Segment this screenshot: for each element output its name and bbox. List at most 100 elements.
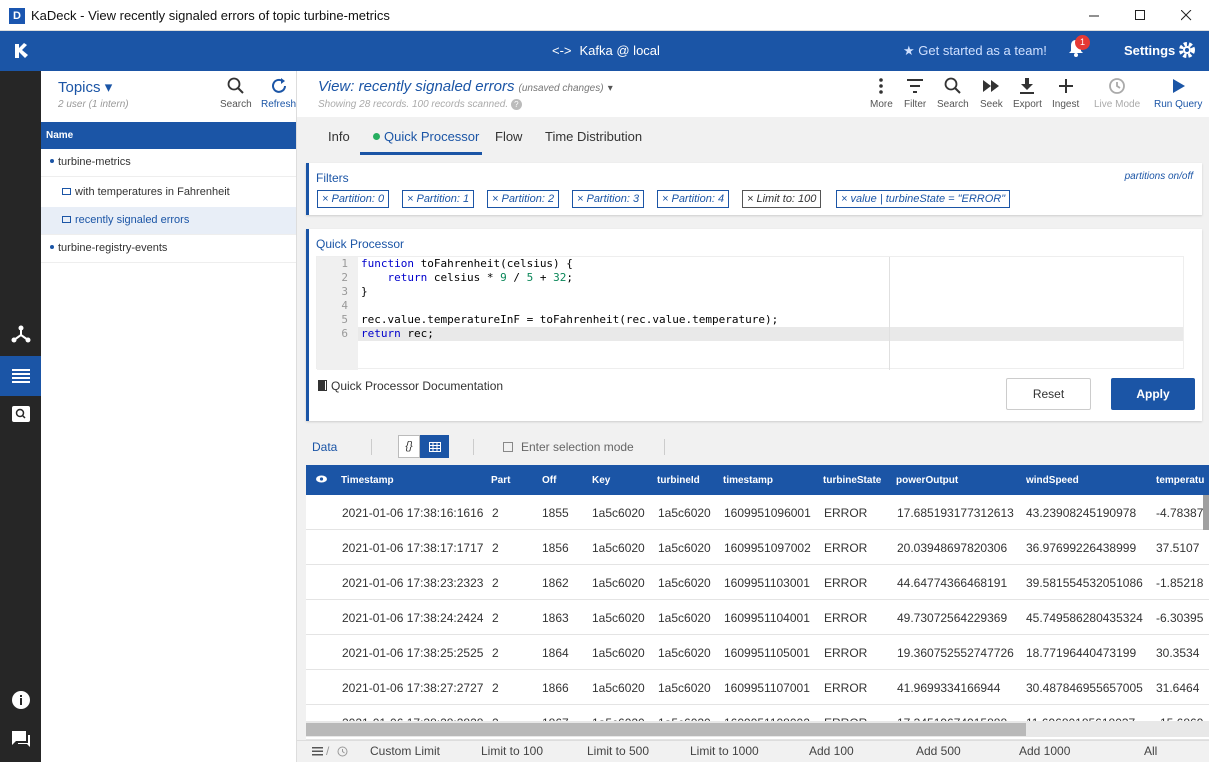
- ingest-button[interactable]: Ingest: [1052, 77, 1079, 110]
- search-nav-icon[interactable]: [0, 394, 41, 434]
- cell-turbine-id: 1a5c6020: [658, 541, 711, 555]
- cell-key: 1a5c6020: [592, 611, 645, 625]
- search-button[interactable]: Search: [937, 77, 969, 110]
- view-item-fahrenheit[interactable]: with temperatures in Fahrenheit: [41, 179, 296, 207]
- live-mode-button[interactable]: Live Mode: [1094, 77, 1140, 110]
- settings-label[interactable]: Settings: [1124, 43, 1175, 58]
- tab-time-distribution[interactable]: Time Distribution: [545, 129, 642, 144]
- view-title[interactable]: View: recently signaled errors (unsaved c…: [318, 78, 613, 95]
- sidebar-search-button[interactable]: Search: [220, 77, 252, 110]
- selection-mode-checkbox[interactable]: [503, 442, 513, 452]
- cell-wind-speed: 43.23908245190978: [1026, 506, 1137, 520]
- topics-dropdown[interactable]: Topics ▾: [58, 78, 112, 96]
- column-header-turbine-id[interactable]: turbineId: [657, 475, 700, 486]
- filter-chip-partition-3[interactable]: × Partition: 3: [572, 190, 645, 208]
- apply-button[interactable]: Apply: [1111, 378, 1195, 410]
- column-header-key[interactable]: Key: [592, 475, 610, 486]
- json-view-toggle[interactable]: {}: [398, 435, 420, 458]
- seek-button[interactable]: Seek: [980, 77, 1003, 110]
- cell-value-timestamp: 1609951103001: [724, 576, 810, 590]
- horizontal-scrollbar-thumb[interactable]: [306, 723, 1026, 736]
- limit-100-button[interactable]: Limit to 100: [481, 744, 543, 758]
- info-icon[interactable]: [0, 680, 41, 720]
- vertical-scrollbar-thumb[interactable]: [1203, 495, 1209, 530]
- table-row[interactable]: 2021-01-06 17:38:25:2525 2 1864 1a5c6020 1a5…: [306, 635, 1209, 670]
- export-button[interactable]: Export: [1013, 77, 1042, 110]
- more-button[interactable]: More: [870, 77, 893, 110]
- column-header-value-timestamp[interactable]: timestamp: [723, 475, 773, 486]
- get-started-link[interactable]: ★ Get started as a team!: [903, 43, 1047, 59]
- topics-name-column-header[interactable]: Name: [41, 122, 296, 149]
- filter-chip-partition-4[interactable]: × Partition: 4: [657, 190, 730, 208]
- run-query-button[interactable]: Run Query: [1154, 77, 1202, 110]
- filter-chip-partition-1[interactable]: × Partition: 1: [402, 190, 475, 208]
- table-view-toggle[interactable]: [420, 435, 449, 458]
- topic-item-turbine-metrics[interactable]: turbine-metrics: [41, 149, 296, 177]
- close-button[interactable]: [1163, 0, 1209, 31]
- cell-timestamp: 2021-01-06 17:38:25:2525: [342, 646, 484, 660]
- cell-part: 2: [492, 576, 499, 590]
- cell-value-timestamp: 1609951105001: [724, 646, 810, 660]
- table-row[interactable]: 2021-01-06 17:38:23:2323 2 1862 1a5c6020 1a5…: [306, 565, 1209, 600]
- tab-flow[interactable]: Flow: [495, 129, 522, 144]
- topic-dot-icon: [50, 245, 54, 249]
- connection-indicator[interactable]: <-> Kafka @ local: [552, 43, 660, 58]
- left-navigation-rail: [0, 71, 41, 762]
- add-100-button[interactable]: Add 100: [809, 744, 854, 758]
- column-header-temperature[interactable]: temperatu: [1156, 475, 1204, 486]
- cell-offset: 1862: [542, 576, 569, 590]
- filter-button[interactable]: Filter: [904, 77, 926, 110]
- cell-value-timestamp: 1609951097002: [724, 541, 811, 555]
- limit-500-button[interactable]: Limit to 500: [587, 744, 649, 758]
- table-row[interactable]: 2021-01-06 17:38:16:1616 2 1855 1a5c6020 1a5…: [306, 495, 1209, 530]
- filter-chip-turbine-state[interactable]: × value | turbineState = "ERROR": [836, 190, 1011, 208]
- reset-button[interactable]: Reset: [1006, 378, 1091, 410]
- records-summary: Showing 28 records. 100 records scanned.…: [318, 99, 522, 110]
- table-row[interactable]: 2021-01-06 17:38:24:2424 2 1863 1a5c6020 1a5…: [306, 600, 1209, 635]
- quick-processor-title: Quick Processor: [316, 237, 405, 251]
- add-500-button[interactable]: Add 500: [916, 744, 961, 758]
- table-row[interactable]: 2021-01-06 17:38:27:2727 2 1866 1a5c6020 1a5…: [306, 670, 1209, 705]
- tab-info[interactable]: Info: [328, 129, 350, 144]
- view-item-recently-signaled-errors[interactable]: recently signaled errors: [41, 207, 296, 235]
- cell-temperature: 31.6464: [1156, 681, 1200, 695]
- column-header-turbine-state[interactable]: turbineState: [823, 475, 881, 486]
- cell-key: 1a5c6020: [592, 541, 645, 555]
- data-browser-nav-icon[interactable]: [0, 356, 41, 396]
- filter-chip-partition-2[interactable]: × Partition: 2: [487, 190, 560, 208]
- partitions-toggle-link[interactable]: partitions on/off: [1125, 171, 1193, 182]
- maximize-button[interactable]: [1117, 0, 1163, 31]
- code-editor[interactable]: 1 2 3 4 5 6 function toFahrenheit(celsiu…: [316, 256, 1184, 370]
- table-row[interactable]: 2021-01-06 17:38:17:1717 2 1856 1a5c6020 1a5…: [306, 530, 1209, 565]
- minimize-button[interactable]: [1071, 0, 1117, 31]
- cell-wind-speed: 45.749586280435324: [1026, 611, 1143, 625]
- filter-chip-partition-0[interactable]: × Partition: 0: [317, 190, 390, 208]
- topic-item-turbine-registry-events[interactable]: turbine-registry-events: [41, 235, 296, 263]
- gear-icon[interactable]: [1177, 40, 1197, 60]
- print-margin: [889, 257, 890, 370]
- quick-processor-docs-link[interactable]: Quick Processor Documentation: [318, 379, 503, 393]
- selection-mode-toggle[interactable]: Enter selection mode: [503, 440, 634, 454]
- chat-feedback-icon[interactable]: [0, 719, 41, 759]
- tab-quick-processor[interactable]: Quick Processor: [373, 129, 479, 144]
- add-1000-button[interactable]: Add 1000: [1019, 744, 1070, 758]
- custom-limit-button[interactable]: Custom Limit: [370, 744, 440, 758]
- cell-turbine-state: ERROR: [824, 541, 868, 555]
- sidebar-refresh-button[interactable]: Refresh: [261, 77, 296, 110]
- cell-turbine-state: ERROR: [824, 506, 868, 520]
- flow-nav-icon[interactable]: [0, 314, 41, 354]
- data-toolbar: Data {} Enter selection mode: [297, 429, 1209, 463]
- limit-1000-button[interactable]: Limit to 1000: [690, 744, 759, 758]
- filter-chip-limit[interactable]: × Limit to: 100: [742, 190, 822, 208]
- cell-power-output: 41.9699334166944: [897, 681, 1001, 695]
- horizontal-scrollbar[interactable]: [306, 721, 1209, 737]
- column-header-part[interactable]: Part: [491, 475, 510, 486]
- help-icon[interactable]: ?: [510, 99, 522, 110]
- column-header-timestamp[interactable]: Timestamp: [341, 475, 394, 486]
- column-header-offset[interactable]: Off: [542, 475, 556, 486]
- column-header-power-output[interactable]: powerOutput: [896, 475, 958, 486]
- kadeck-logo-icon[interactable]: [0, 31, 41, 71]
- all-button[interactable]: All: [1144, 744, 1157, 758]
- active-line-highlight: [317, 327, 1183, 341]
- column-header-wind-speed[interactable]: windSpeed: [1026, 475, 1079, 486]
